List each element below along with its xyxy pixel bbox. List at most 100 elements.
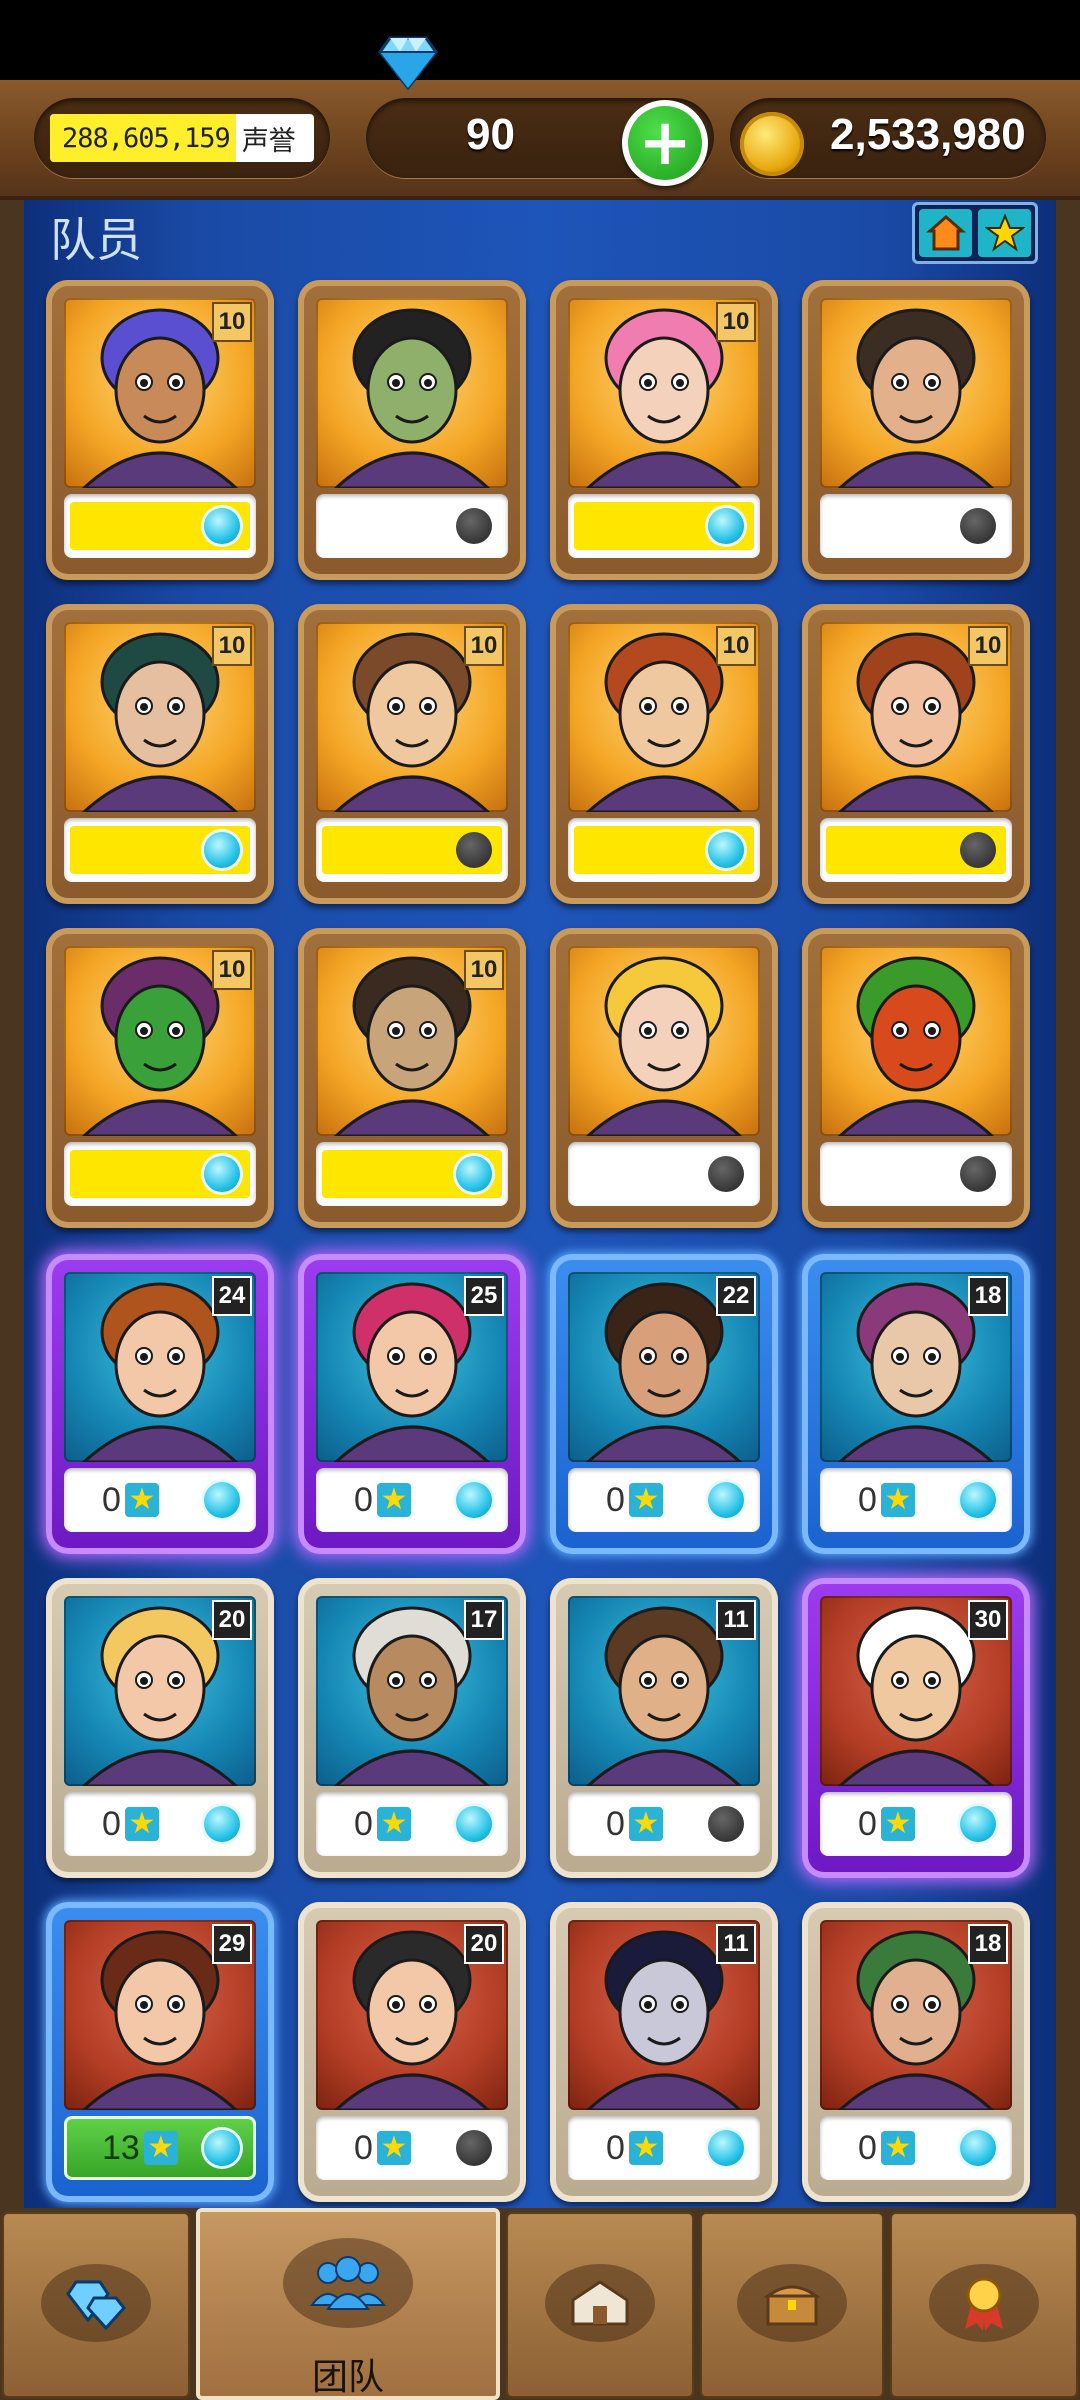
level-badge: 25 [464, 1276, 504, 1316]
crew-card[interactable] [802, 928, 1030, 1228]
chest-icon [737, 2264, 847, 2342]
star-score: 0 ★ [102, 1796, 159, 1852]
level-badge: 10 [464, 950, 504, 990]
star-count: 0 [354, 2128, 373, 2167]
level-badge: 24 [212, 1276, 252, 1316]
status-dot-icon [960, 1806, 996, 1842]
progress-bar [316, 494, 508, 558]
crew-card[interactable]: 22 0 ★ [550, 1254, 778, 1554]
status-dot-icon [204, 508, 240, 544]
star-icon[interactable] [978, 209, 1031, 257]
nav-chest[interactable] [700, 2212, 884, 2398]
status-dot-icon [204, 832, 240, 868]
crew-portrait [316, 298, 508, 488]
crew-card[interactable]: 18 0 ★ [802, 1902, 1030, 2202]
status-dot-icon [204, 1156, 240, 1192]
crew-card[interactable]: 11 0 ★ [550, 1902, 778, 2202]
crew-card[interactable]: 11 0 ★ [550, 1578, 778, 1878]
status-dot-icon [456, 832, 492, 868]
crew-card[interactable] [802, 280, 1030, 580]
crew-card[interactable]: 29 13 ★ [46, 1902, 274, 2202]
status-dot-icon [456, 1482, 492, 1518]
status-dot-icon [960, 1156, 996, 1192]
crew-card[interactable]: 10 [46, 604, 274, 904]
crew-card[interactable] [298, 280, 526, 580]
coin-icon [740, 112, 804, 176]
status-dot-icon [708, 1156, 744, 1192]
star-icon: ★ [143, 2131, 178, 2165]
progress-bar: 0 ★ [820, 1468, 1012, 1532]
crew-card[interactable]: 10 [550, 280, 778, 580]
crew-card[interactable]: 10 [802, 604, 1030, 904]
progress-bar: 0 ★ [316, 1792, 508, 1856]
crew-card[interactable]: 25 0 ★ [298, 1254, 526, 1554]
crew-card[interactable]: 10 [550, 604, 778, 904]
progress-bar: 0 ★ [316, 1468, 508, 1532]
star-icon: ★ [628, 2131, 663, 2165]
nav-team[interactable]: 团队 [196, 2208, 500, 2400]
progress-bar: 0 ★ [568, 1792, 760, 1856]
star-icon: ★ [880, 1483, 915, 1517]
crew-card[interactable]: 24 0 ★ [46, 1254, 274, 1554]
bottom-nav: 团队 [0, 2208, 1080, 2400]
status-dot-icon [204, 2130, 240, 2166]
crew-card[interactable]: 20 0 ★ [46, 1578, 274, 1878]
level-badge: 20 [212, 1600, 252, 1640]
status-dot-icon [456, 508, 492, 544]
star-score: 0 ★ [354, 1796, 411, 1852]
reputation-panel: 288,605,159 声誉 [34, 98, 330, 178]
crew-card[interactable]: 18 0 ★ [802, 1254, 1030, 1554]
progress-bar [316, 818, 508, 882]
star-count: 0 [354, 1480, 373, 1519]
add-gems-button[interactable]: + [622, 100, 708, 186]
star-score: 0 ★ [606, 1796, 663, 1852]
star-score: 0 ★ [858, 1796, 915, 1852]
progress-bar [64, 494, 256, 558]
level-badge: 18 [968, 1924, 1008, 1964]
star-count: 0 [354, 1804, 373, 1843]
star-count: 0 [858, 1480, 877, 1519]
star-count: 0 [102, 1804, 121, 1843]
star-score: 0 ★ [102, 1472, 159, 1528]
star-count: 13 [102, 2128, 140, 2167]
nav-gems[interactable] [2, 2212, 190, 2398]
progress-bar [568, 494, 760, 558]
nav-buildings[interactable] [506, 2212, 694, 2398]
star-count: 0 [858, 1804, 877, 1843]
star-score: 0 ★ [354, 1472, 411, 1528]
nav-medal[interactable] [890, 2212, 1078, 2398]
status-dot-icon [708, 1482, 744, 1518]
crew-card[interactable]: 17 0 ★ [298, 1578, 526, 1878]
star-icon: ★ [376, 1483, 411, 1517]
star-count: 0 [102, 1480, 121, 1519]
star-icon: ★ [880, 2131, 915, 2165]
level-badge: 11 [716, 1600, 756, 1640]
star-icon: ★ [124, 1483, 159, 1517]
star-score: 0 ★ [606, 2120, 663, 2176]
reputation-label: 声誉 [241, 125, 296, 157]
crew-card[interactable]: 20 0 ★ [298, 1902, 526, 2202]
star-score: 0 ★ [354, 2120, 411, 2176]
progress-bar [820, 818, 1012, 882]
crew-card[interactable]: 10 [298, 604, 526, 904]
progress-bar: 0 ★ [820, 1792, 1012, 1856]
star-score: 0 ★ [858, 2120, 915, 2176]
star-icon: ★ [880, 1807, 915, 1841]
status-bar [0, 0, 1080, 80]
crew-card[interactable] [550, 928, 778, 1228]
crew-card[interactable]: 10 [46, 928, 274, 1228]
crew-card[interactable]: 10 [46, 280, 274, 580]
status-dot-icon [960, 2130, 996, 2166]
reputation-meter: 288,605,159 声誉 [50, 114, 314, 162]
status-dot-icon [708, 508, 744, 544]
house-icon[interactable] [919, 209, 972, 257]
crew-card[interactable]: 10 [298, 928, 526, 1228]
medal-icon [929, 2264, 1039, 2342]
crew-card[interactable]: 30 0 ★ [802, 1578, 1030, 1878]
level-badge: 29 [212, 1924, 252, 1964]
star-icon: ★ [628, 1807, 663, 1841]
progress-bar: 13 ★ [64, 2116, 256, 2180]
progress-bar [820, 494, 1012, 558]
filter-toggle[interactable] [912, 202, 1038, 264]
status-dot-icon [708, 832, 744, 868]
